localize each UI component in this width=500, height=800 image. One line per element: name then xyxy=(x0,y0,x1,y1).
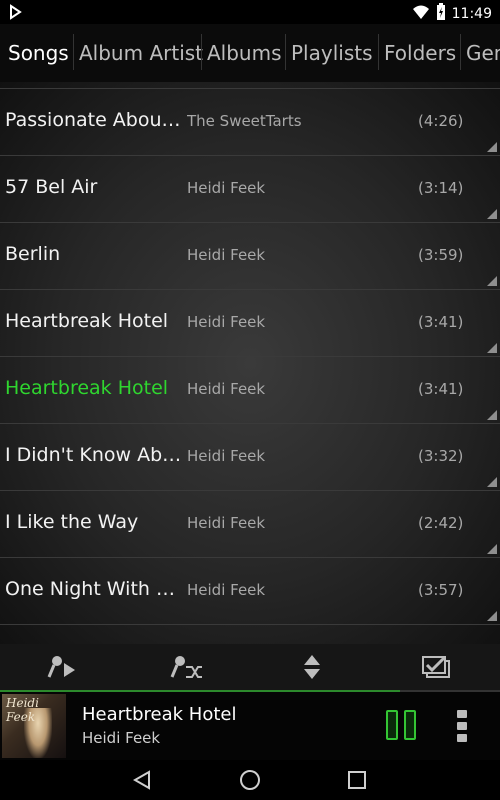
song-row[interactable]: I Like the Way Heidi Feek (2:42) xyxy=(0,491,500,558)
context-menu-indicator-icon[interactable] xyxy=(487,276,497,286)
context-menu-indicator-icon[interactable] xyxy=(487,611,497,621)
song-row[interactable]: Heartbreak Hotel Heidi Feek (3:41) xyxy=(0,290,500,357)
more-options-button[interactable] xyxy=(452,708,472,744)
wifi-icon xyxy=(412,4,430,24)
battery-charging-icon xyxy=(436,3,446,25)
pause-button[interactable] xyxy=(384,708,420,744)
song-row-now-playing[interactable]: Heartbreak Hotel Heidi Feek (3:41) xyxy=(0,357,500,424)
now-playing-bar[interactable]: Heidi Feek Heartbreak Hotel Heidi Feek xyxy=(0,692,500,760)
list-toolbar xyxy=(0,644,500,690)
shuffle-artist-icon[interactable] xyxy=(170,650,204,684)
song-title: I Like the Way xyxy=(5,511,139,533)
song-row[interactable]: Passionate About... The SweetTarts (4:26… xyxy=(0,89,500,156)
play-artist-icon[interactable] xyxy=(45,650,79,684)
song-title: Berlin xyxy=(5,243,61,265)
context-menu-indicator-icon[interactable] xyxy=(487,544,497,554)
context-menu-indicator-icon[interactable] xyxy=(487,343,497,353)
tab-playlists[interactable]: Playlists xyxy=(285,24,379,82)
tab-albums[interactable]: Albums xyxy=(201,24,288,82)
song-title: One Night With You xyxy=(5,578,183,600)
tab-album-artist[interactable]: Album Artist xyxy=(73,24,209,82)
song-artist: Heidi Feek xyxy=(187,581,266,599)
select-multiple-icon[interactable] xyxy=(420,650,454,684)
song-artist: Heidi Feek xyxy=(187,380,266,398)
song-artist: Heidi Feek xyxy=(187,313,266,331)
pause-icon xyxy=(404,710,416,740)
status-bar: 11:49 xyxy=(0,0,500,24)
context-menu-indicator-icon[interactable] xyxy=(487,142,497,152)
tab-folders[interactable]: Folders xyxy=(378,24,462,82)
song-duration: (2:42) xyxy=(418,514,464,532)
song-artist: Heidi Feek xyxy=(187,179,266,197)
home-icon[interactable] xyxy=(236,766,264,794)
system-nav-bar xyxy=(0,760,500,800)
tab-bar: Songs Album Artist Albums Playlists Fold… xyxy=(0,24,500,83)
more-dot xyxy=(457,710,467,718)
album-art[interactable]: Heidi Feek xyxy=(2,694,66,758)
context-menu-indicator-icon[interactable] xyxy=(487,209,497,219)
tab-songs[interactable]: Songs xyxy=(2,24,75,82)
context-menu-indicator-icon[interactable] xyxy=(487,410,497,420)
tab-genres[interactable]: Gen xyxy=(460,24,500,82)
now-playing-title: Heartbreak Hotel xyxy=(82,704,237,725)
song-row[interactable]: One Night With You Heidi Feek (3:57) xyxy=(0,558,500,625)
song-duration: (3:41) xyxy=(418,380,464,398)
song-artist: Heidi Feek xyxy=(187,514,266,532)
cast-icon xyxy=(8,4,24,20)
more-dot xyxy=(457,734,467,742)
song-title: Passionate About... xyxy=(5,109,183,131)
context-menu-indicator-icon[interactable] xyxy=(487,477,497,487)
back-icon[interactable] xyxy=(128,766,156,794)
song-duration: (3:57) xyxy=(418,581,464,599)
more-dot xyxy=(457,722,467,730)
song-duration: (3:14) xyxy=(418,179,464,197)
song-row[interactable]: I Didn't Know Abo... Heidi Feek (3:32) xyxy=(0,424,500,491)
pause-icon xyxy=(386,710,398,740)
song-artist: Heidi Feek xyxy=(187,447,266,465)
status-icons: 11:49 xyxy=(412,3,492,25)
song-row[interactable]: Berlin Heidi Feek (3:59) xyxy=(0,223,500,290)
album-art-text: Heidi Feek xyxy=(6,696,39,724)
recents-icon[interactable] xyxy=(343,766,371,794)
song-title: Heartbreak Hotel xyxy=(5,310,169,332)
song-duration: (3:59) xyxy=(418,246,464,264)
song-artist: Heidi Feek xyxy=(187,246,266,264)
sort-icon[interactable] xyxy=(295,650,329,684)
song-duration: (3:32) xyxy=(418,447,464,465)
song-title: Heartbreak Hotel xyxy=(5,377,169,399)
song-artist: The SweetTarts xyxy=(187,112,302,130)
song-title: I Didn't Know Abo... xyxy=(5,444,183,466)
song-row[interactable]: 57 Bel Air Heidi Feek (3:14) xyxy=(0,156,500,223)
song-duration: (4:26) xyxy=(418,112,464,130)
song-title: 57 Bel Air xyxy=(5,176,98,198)
song-list[interactable]: Passionate About... The SweetTarts (4:26… xyxy=(0,82,500,644)
song-duration: (3:41) xyxy=(418,313,464,331)
status-time: 11:49 xyxy=(451,6,492,22)
now-playing-artist: Heidi Feek xyxy=(82,729,161,747)
